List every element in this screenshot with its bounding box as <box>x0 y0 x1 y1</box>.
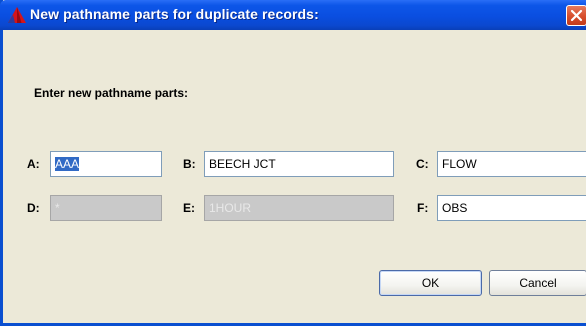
title-bar[interactable]: New pathname parts for duplicate records… <box>0 0 586 30</box>
part-c-input[interactable]: FLOW <box>437 151 586 177</box>
part-f-input[interactable]: OBS <box>437 195 586 221</box>
label-part-f: F: <box>417 201 429 215</box>
part-d-input: * <box>50 195 162 221</box>
label-part-d: D: <box>27 201 40 215</box>
cancel-button[interactable]: Cancel <box>489 270 586 296</box>
close-button[interactable] <box>566 5 586 26</box>
label-part-b: B: <box>183 157 196 171</box>
app-icon <box>8 7 26 23</box>
part-e-input: 1HOUR <box>204 195 394 221</box>
prompt-label: Enter new pathname parts: <box>34 86 189 100</box>
close-icon <box>570 9 583 22</box>
label-part-e: E: <box>183 201 195 215</box>
dialog-window: New pathname parts for duplicate records… <box>0 0 586 326</box>
window-title: New pathname parts for duplicate records… <box>30 6 319 22</box>
label-part-c: C: <box>416 157 429 171</box>
ok-button[interactable]: OK <box>379 270 482 296</box>
label-part-a: A: <box>27 157 40 171</box>
part-a-input[interactable]: AAA <box>50 151 162 177</box>
part-a-value: AAA <box>55 157 80 171</box>
part-b-input[interactable]: BEECH JCT <box>204 151 394 177</box>
